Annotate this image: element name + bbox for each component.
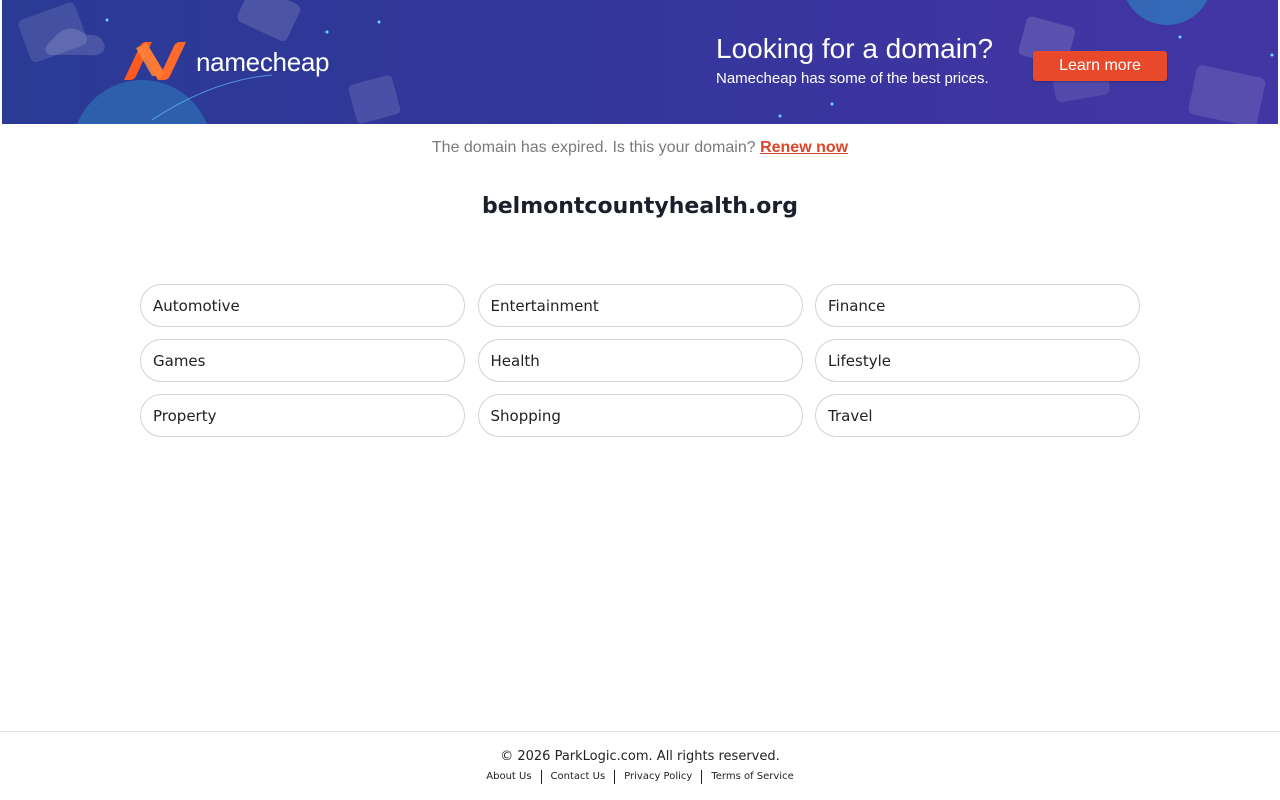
expired-notice: The domain has expired. Is this your dom… xyxy=(0,139,1280,157)
category-travel[interactable]: Travel xyxy=(815,394,1140,437)
footer-copyright: © 2026 ParkLogic.com. All rights reserve… xyxy=(500,749,780,764)
expired-notice-text: The domain has expired. Is this your dom… xyxy=(431,139,756,156)
footer-link-contact-us[interactable]: Contact Us xyxy=(542,770,615,784)
brand-name: namecheap xyxy=(196,46,330,77)
category-lifestyle[interactable]: Lifestyle xyxy=(815,339,1140,382)
learn-more-button[interactable]: Learn more xyxy=(1033,51,1167,81)
namecheap-n-icon xyxy=(124,42,186,80)
category-grid: Automotive Entertainment Finance Games H… xyxy=(140,284,1140,437)
footer-divider xyxy=(0,731,1280,732)
category-shopping[interactable]: Shopping xyxy=(477,394,803,437)
footer-link-privacy-policy[interactable]: Privacy Policy xyxy=(615,770,701,784)
category-finance[interactable]: Finance xyxy=(815,284,1140,327)
namecheap-logo[interactable]: namecheap xyxy=(122,42,329,82)
footer-links: About Us Contact Us Privacy Policy Terms… xyxy=(0,770,1280,784)
promo-headline: Looking for a domain? xyxy=(716,33,994,64)
category-entertainment[interactable]: Entertainment xyxy=(477,284,803,327)
category-automotive[interactable]: Automotive xyxy=(140,284,465,327)
promo-banner: namecheap Looking for a domain? Namechea… xyxy=(2,0,1278,124)
domain-title: belmontcountyhealth.org xyxy=(482,194,798,219)
category-health[interactable]: Health xyxy=(477,339,803,382)
promo-subline: Namecheap has some of the best prices. xyxy=(716,70,989,87)
category-property[interactable]: Property xyxy=(140,394,465,437)
footer-link-terms-of-service[interactable]: Terms of Service xyxy=(702,770,802,784)
promo-text: Looking for a domain? Namecheap has some… xyxy=(716,33,993,89)
footer-link-about-us[interactable]: About Us xyxy=(477,770,540,784)
renew-now-link[interactable]: Renew now xyxy=(760,139,848,156)
category-games[interactable]: Games xyxy=(140,339,465,382)
